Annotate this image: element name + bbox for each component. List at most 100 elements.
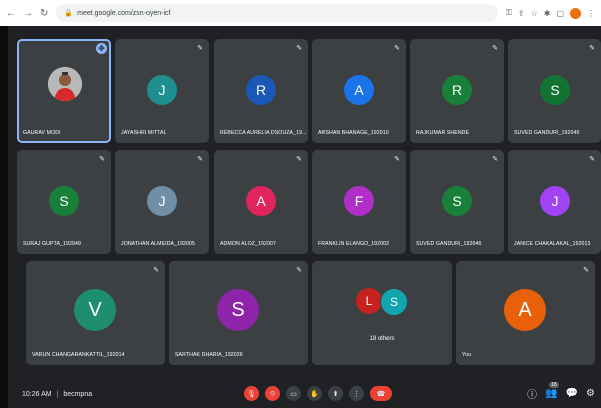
extensions-icon[interactable]: ✱ [544,9,551,18]
address-bar[interactable]: 🔒 meet.google.com/zsn-oyen-icf [56,4,498,22]
participant-tile[interactable]: ✎ A ADMON ALOZ_192007 [214,150,308,254]
present-icon[interactable]: ⬆ [328,386,343,401]
call-controls: 🎙 ⦸ ▭ ✋ ⬆ ⋮ ☎ [244,386,392,401]
participant-name: JONATHAN ALMEIDA_192005 [121,241,195,247]
participant-tile[interactable]: ✥ GAURAV MODI [17,39,111,143]
browser-toolbar: ← → ↻ 🔒 meet.google.com/zsn-oyen-icf ⚿ ⇪… [0,0,601,26]
people-icon[interactable]: 👥 18 [545,382,559,399]
participant-avatar: A [344,75,374,105]
reload-icon[interactable]: ↻ [40,8,48,19]
mic-muted-icon: ✎ [492,156,498,163]
participant-tile[interactable]: ✎ R RAJKUMAR SHENDE [410,39,504,143]
activities-icon[interactable]: ⚙ [586,388,595,399]
mic-muted-icon: ✎ [296,45,302,52]
participant-name: ARSHAN BHANAGE_192010 [318,130,389,136]
participant-tile[interactable]: ✎ R REBECCA AURELIA DSOUZA_19... [214,39,308,143]
participant-avatar: J [147,186,177,216]
participant-name: JANICE CHAKALAKAL_192013 [514,241,591,247]
person-photo-icon [48,67,82,101]
meeting-code: becmpna [63,390,93,398]
participant-avatar: S [442,186,472,216]
mic-muted-icon: ✎ [99,156,105,163]
url-text: meet.google.com/zsn-oyen-icf [77,9,171,17]
participant-tile[interactable]: ✎ A ARSHAN BHANAGE_192010 [312,39,406,143]
raise-hand-icon[interactable]: ✋ [307,386,322,401]
participant-name: FRANKLIN ELANGO_192002 [318,241,390,247]
participant-avatar: S [540,75,570,105]
participant-avatar: L [356,288,382,314]
meeting-controls-bar: 10:26 AM | becmpna 🎙 ⦸ ▭ ✋ ⬆ ⋮ ☎ ⓘ 👥 18 💬… [8,380,601,408]
participant-avatar: A [246,186,276,216]
mic-muted-icon: ✎ [153,267,159,274]
participant-avatar: F [344,186,374,216]
participant-avatar: S [217,289,259,331]
participant-name: SARTHAK DHARIA_192026 [175,352,243,358]
more-options-icon[interactable]: ⋮ [349,386,364,401]
participant-name: ADMON ALOZ_192007 [220,241,276,247]
mic-muted-icon: ✎ [197,45,203,52]
participant-tile[interactable]: ✎ V VARUN CHANGARANKATTIL_192014 [26,261,165,365]
mic-muted-icon: ✎ [583,267,589,274]
participant-tile[interactable]: ✎ J JONATHAN ALMEIDA_192005 [115,150,209,254]
participant-tile[interactable]: ✎ F FRANKLIN ELANGO_192002 [312,150,406,254]
time-label: 10:26 AM [22,390,52,398]
participant-name: SUVED GANDURI_192046 [514,130,580,136]
mic-muted-icon: ✎ [296,156,302,163]
self-tile[interactable]: ✎ A You [456,261,595,365]
star-icon[interactable]: ☆ [531,9,538,18]
mic-muted-icon: ✎ [589,45,595,52]
participant-name: SURAJ GUPTA_192049 [23,241,81,247]
info-icon[interactable]: ⓘ [527,386,537,401]
participant-count-badge: 18 [549,382,559,388]
others-count-label: 18 others [369,336,395,342]
mic-muted-icon: ✎ [589,156,595,163]
camera-off-icon[interactable]: ⦸ [265,386,280,401]
participant-avatar: A [504,289,546,331]
participant-avatar: R [246,75,276,105]
menu-icon[interactable]: ⋮ [587,9,595,18]
tabs-icon[interactable]: ▢ [556,9,564,18]
browser-actions: ⚿ ⇪ ☆ ✱ ▢ ⋮ [506,7,595,19]
participant-avatar: J [540,186,570,216]
participant-name: You [462,352,472,358]
left-edge [0,26,8,408]
mic-muted-icon: ✎ [394,45,400,52]
participant-name: VARUN CHANGARANKATTIL_192014 [32,352,125,358]
participant-name: SUVED GANDURI_192046 [416,241,482,247]
participant-tile[interactable]: ✎ S SUVED GANDURI_192046 [508,39,601,143]
key-icon[interactable]: ⚿ [506,8,512,18]
mic-muted-icon: ✎ [394,156,400,163]
participant-photo [48,67,82,101]
chat-icon[interactable]: 💬 [566,388,578,399]
forward-icon[interactable]: → [23,8,33,19]
participant-avatar: S [380,288,408,316]
participant-name: RAJKUMAR SHENDE [416,130,470,136]
lock-icon[interactable]: 🔒 [64,9,73,17]
participant-tile[interactable]: ✎ S SUVED GANDURI_192046 [410,150,504,254]
participant-avatar: R [442,75,472,105]
side-panel-controls: ⓘ 👥 18 💬 ⚙ [527,382,595,401]
others-tile[interactable]: L S 18 others [312,261,452,365]
back-icon[interactable]: ← [6,8,16,19]
participant-tile[interactable]: ✎ J JAYASHRI MITTAL [115,39,209,143]
browser-nav: ← → ↻ [6,8,48,19]
separator: | [56,390,59,398]
participant-tile[interactable]: ✎ J JANICE CHAKALAKAL_192013 [508,150,601,254]
participant-name: GAURAV MODI [23,130,61,136]
participant-name: REBECCA AURELIA DSOUZA_19... [220,130,307,136]
participant-avatar: V [74,289,116,331]
captions-icon[interactable]: ▭ [286,386,301,401]
participant-avatar: S [49,186,79,216]
mic-muted-icon: ✎ [492,45,498,52]
mic-muted-icon: ✎ [197,156,203,163]
hang-up-icon[interactable]: ☎ [370,386,392,401]
profile-avatar[interactable] [570,7,581,19]
participant-avatar: J [147,75,177,105]
meeting-info: 10:26 AM | becmpna [22,391,92,398]
share-icon[interactable]: ⇪ [518,9,525,18]
participant-tile[interactable]: ✎ S SURAJ GUPTA_192049 [17,150,111,254]
pin-icon[interactable]: ✥ [96,43,107,54]
participant-tile[interactable]: ✎ S SARTHAK DHARIA_192026 [169,261,308,365]
mic-muted-icon: ✎ [296,267,302,274]
mic-off-icon[interactable]: 🎙 [244,386,259,401]
